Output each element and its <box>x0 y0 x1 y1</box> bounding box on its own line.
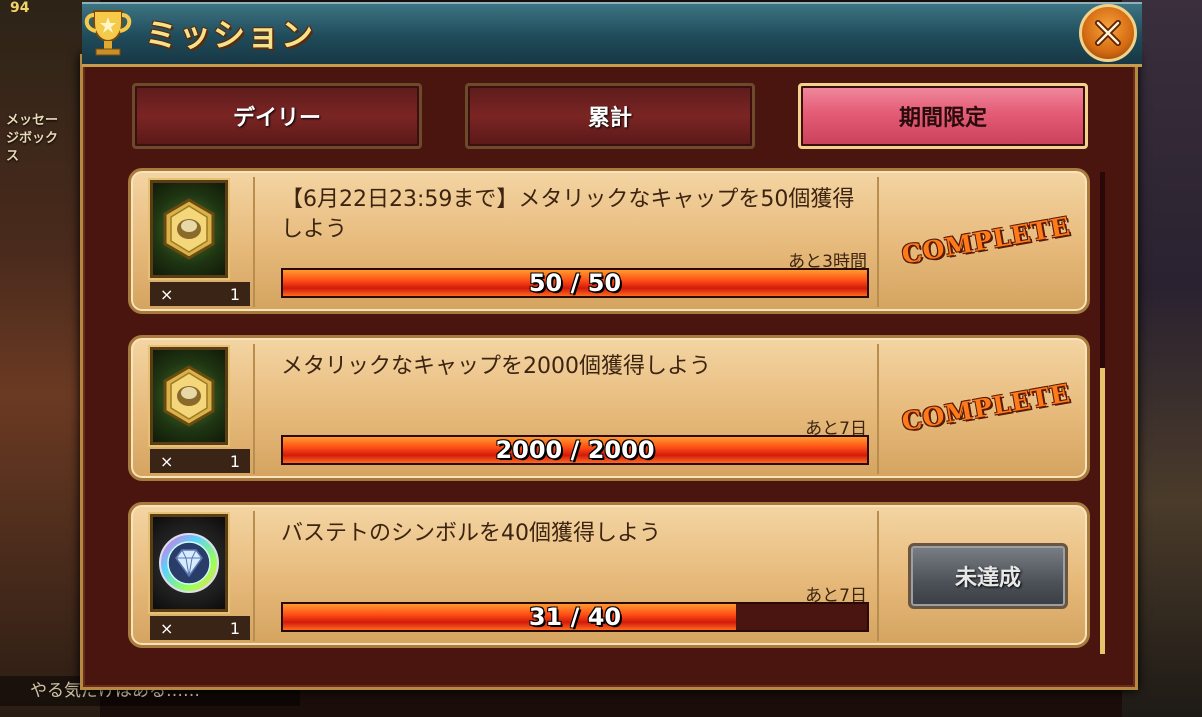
trophy-icon <box>78 0 138 62</box>
metallic-cap-medal-icon[interactable] <box>150 180 228 278</box>
quantity-x-label: × <box>160 618 174 638</box>
reward-box: × 1 <box>147 511 255 641</box>
metallic-cap-medal-icon[interactable] <box>150 347 228 445</box>
quantity-value: 1 <box>229 618 240 638</box>
mission-description: 【6月22日23:59まで】メタリックなキャップを50個獲得しよう <box>281 187 855 242</box>
progress-text: 50 / 50 <box>528 269 622 297</box>
tab-cumulative[interactable]: 累計 <box>465 83 755 149</box>
level-badge: 94 <box>10 0 30 16</box>
scrollbar-thumb[interactable] <box>1100 368 1105 654</box>
not-achieved-button[interactable]: 未達成 <box>908 543 1068 609</box>
tab-limited-time[interactable]: 期間限定 <box>798 83 1088 149</box>
mission-card: × 1 【6月22日23:59まで】メタリックなキャップを50個獲得しよう あと… <box>128 168 1090 314</box>
reward-box: × 1 <box>147 344 255 474</box>
progress-text: 31 / 40 <box>528 603 622 631</box>
message-box-label[interactable]: メッセージボックス <box>6 112 66 166</box>
tab-bar: デイリー 累計 期間限定 <box>132 83 1092 149</box>
quantity-value: 1 <box>229 451 240 471</box>
mission-description: メタリックなキャップを2000個獲得しよう <box>281 354 711 379</box>
reward-quantity: × 1 <box>150 616 250 640</box>
complete-stamp: COMPLETE <box>899 210 1073 270</box>
card-divider <box>877 344 879 474</box>
reward-box: × 1 <box>147 177 255 307</box>
quantity-value: 1 <box>229 284 240 304</box>
complete-stamp: COMPLETE <box>899 377 1073 437</box>
card-divider <box>877 511 879 641</box>
diamond-symbol-medal-icon[interactable] <box>150 514 228 612</box>
mission-card: × 1 メタリックなキャップを2000個獲得しよう あと7日 2000 / 20… <box>128 335 1090 481</box>
mission-card: × 1 バステトのシンボルを40個獲得しよう あと7日 31 / 40 未達成 <box>128 502 1090 648</box>
reward-quantity: × 1 <box>150 449 250 473</box>
quantity-x-label: × <box>160 451 174 471</box>
tab-daily[interactable]: デイリー <box>132 83 422 149</box>
card-divider <box>877 177 879 307</box>
progress-text: 2000 / 2000 <box>495 436 655 464</box>
close-button[interactable] <box>1079 4 1137 62</box>
quantity-x-label: × <box>160 284 174 304</box>
progress-bar: 2000 / 2000 <box>281 435 869 465</box>
page-title: ミッション <box>145 16 316 54</box>
close-icon <box>1095 20 1121 46</box>
mission-list[interactable]: × 1 【6月22日23:59まで】メタリックなキャップを50個獲得しよう あと… <box>128 168 1090 650</box>
mission-description: バステトのシンボルを40個獲得しよう <box>281 521 661 546</box>
progress-bar: 50 / 50 <box>281 268 869 298</box>
reward-quantity: × 1 <box>150 282 250 306</box>
progress-bar: 31 / 40 <box>281 602 869 632</box>
